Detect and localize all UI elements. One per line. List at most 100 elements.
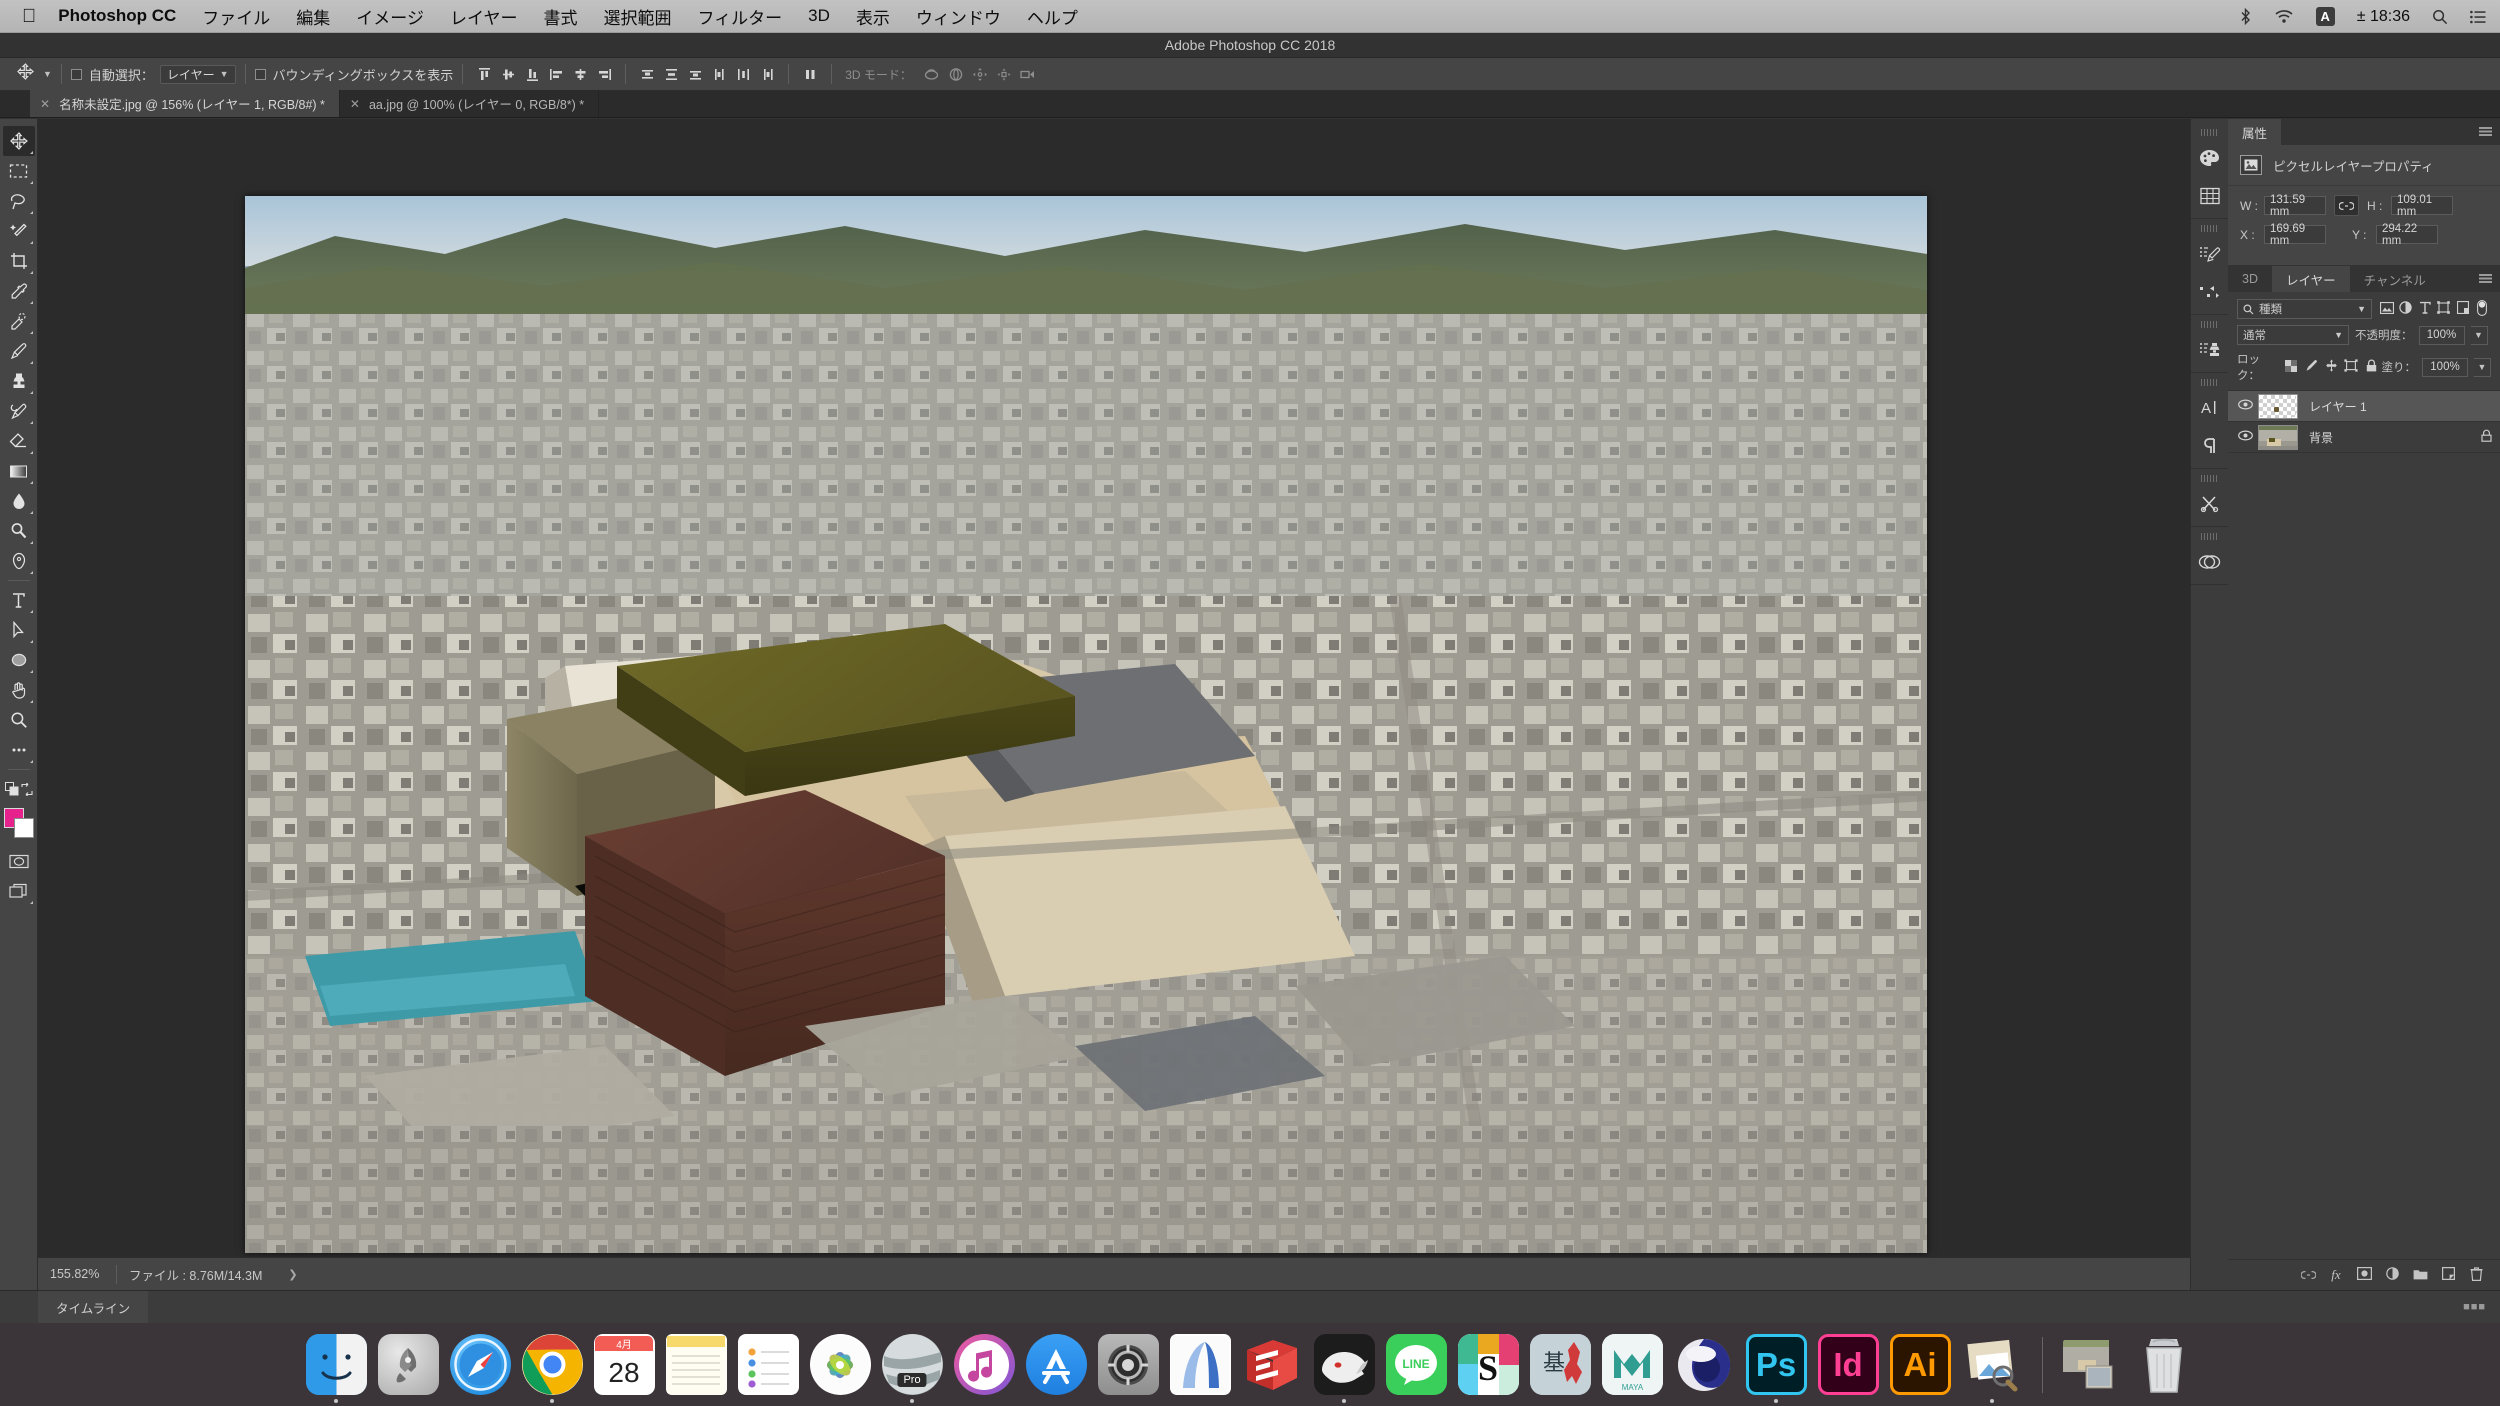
layer-name[interactable]: レイヤー 1	[2309, 398, 2367, 415]
align-left-edges-icon[interactable]	[544, 63, 568, 85]
align-horizontal-centers-icon[interactable]	[568, 63, 592, 85]
panel-grip-icon[interactable]: ■■■	[2463, 1301, 2486, 1313]
layer-row-1[interactable]: 背景	[2228, 422, 2500, 453]
y-field[interactable]: 294.22 mm	[2376, 223, 2438, 247]
panel-grip-icon[interactable]	[2200, 379, 2219, 386]
notification-center-icon[interactable]	[2470, 10, 2486, 24]
auto-select-dropdown[interactable]: レイヤー ▼	[159, 64, 236, 84]
layer-style-icon[interactable]: fx	[2322, 1267, 2350, 1283]
dock-item-google-earth-pro[interactable]: Pro	[881, 1334, 943, 1403]
swatches-panel-icon[interactable]	[2193, 177, 2227, 215]
dock-item-preview[interactable]	[1962, 1334, 2023, 1403]
default-colors-icon[interactable]	[2, 774, 36, 804]
layer-filter-dropdown[interactable]: 種類 ▼	[2237, 299, 2372, 319]
document-tab-0[interactable]: ✕ 名称未設定.jpg @ 156% (レイヤー 1, RGB/8#) *	[30, 90, 340, 117]
dock-item-trash[interactable]	[2134, 1334, 2195, 1403]
filter-adjustment-icon[interactable]	[2396, 301, 2415, 317]
roll-3d-icon[interactable]	[944, 63, 968, 85]
menu-item-filter[interactable]: フィルター	[697, 4, 782, 29]
fill-value[interactable]: 100%	[2422, 357, 2468, 377]
distribute-bottom-edges-icon[interactable]	[683, 63, 707, 85]
distribute-spacing-icon[interactable]	[798, 63, 822, 85]
align-bottom-edges-icon[interactable]	[520, 63, 544, 85]
menu-item-3d[interactable]: 3D	[808, 6, 830, 26]
document-frame[interactable]	[38, 119, 2190, 1257]
tab-3d[interactable]: 3D	[2228, 266, 2272, 292]
clock-label[interactable]: ± 18:36	[2357, 8, 2410, 26]
color-swatches[interactable]	[2, 808, 36, 840]
eyedropper-tool[interactable]	[3, 276, 35, 306]
x-field[interactable]: 169.69 mm	[2264, 223, 2326, 247]
dock-item-reminders[interactable]	[737, 1334, 799, 1403]
distribute-right-edges-icon[interactable]	[755, 63, 779, 85]
panel-menu-icon[interactable]	[2479, 126, 2492, 138]
distribute-left-edges-icon[interactable]	[707, 63, 731, 85]
clone-stamp-tool[interactable]	[3, 366, 35, 396]
menu-item-window[interactable]: ウィンドウ	[916, 4, 1001, 29]
menu-item-image[interactable]: イメージ	[356, 4, 424, 29]
clone-source-panel-icon[interactable]	[2193, 331, 2227, 369]
new-layer-icon[interactable]	[2434, 1267, 2462, 1283]
panel-grip-icon[interactable]	[2200, 533, 2219, 540]
dock-item-safari[interactable]	[449, 1334, 511, 1403]
panel-grip-icon[interactable]	[2200, 129, 2219, 136]
background-color-swatch[interactable]	[13, 818, 34, 838]
lock-image-pixels-icon[interactable]	[2301, 359, 2321, 375]
dock-item-finder[interactable]	[305, 1334, 367, 1403]
canvas-area[interactable]: 155.82% ファイル : 8.76M/14.3M ❯	[38, 119, 2190, 1290]
pen-tool[interactable]	[3, 546, 35, 576]
lock-position-icon[interactable]	[2321, 359, 2341, 375]
opacity-stepper[interactable]: ▼	[2470, 325, 2488, 345]
menu-item-help[interactable]: ヘルプ	[1027, 4, 1078, 29]
lock-transparent-pixels-icon[interactable]	[2281, 359, 2301, 375]
menu-item-select[interactable]: 選択範囲	[603, 4, 671, 29]
magic-wand-tool[interactable]	[3, 216, 35, 246]
show-bounding-box-checkbox[interactable]	[254, 68, 266, 80]
layer-thumbnail[interactable]	[2258, 393, 2298, 419]
menu-item-edit[interactable]: 編集	[296, 4, 330, 29]
dock-item-kiban-chizu[interactable]: 基	[1529, 1334, 1591, 1403]
dock-item-photos[interactable]	[809, 1334, 871, 1403]
layer-mask-icon[interactable]	[2350, 1267, 2378, 1283]
filter-shape-icon[interactable]	[2434, 301, 2453, 317]
tab-timeline[interactable]: タイムライン	[38, 1290, 149, 1324]
dock-item-cinema-4d[interactable]	[1674, 1334, 1735, 1403]
distribute-horizontal-centers-icon[interactable]	[731, 63, 755, 85]
dock-item-chrome[interactable]	[521, 1334, 583, 1403]
document-size-info[interactable]: ファイル : 8.76M/14.3M ❯	[116, 1264, 308, 1284]
dodge-tool[interactable]	[3, 516, 35, 546]
dock-item-calendar[interactable]: 4月 28	[593, 1334, 655, 1403]
blur-tool[interactable]	[3, 486, 35, 516]
color-panel-icon[interactable]	[2193, 139, 2227, 177]
tool-preset-chevron-icon[interactable]: ▼	[43, 69, 52, 79]
filter-type-icon[interactable]	[2415, 301, 2434, 317]
zoom-tool[interactable]	[3, 705, 35, 735]
brush-tool[interactable]	[3, 336, 35, 366]
scale-3d-icon[interactable]	[1016, 63, 1040, 85]
creative-cloud-libraries-panel-icon[interactable]	[2193, 543, 2227, 581]
dock-item-illustrator[interactable]: Ai	[1889, 1334, 1951, 1403]
dock-item-launchpad[interactable]	[377, 1334, 439, 1403]
tool-presets-panel-icon[interactable]	[2193, 485, 2227, 523]
panel-menu-icon[interactable]	[2479, 273, 2492, 285]
rectangular-marquee-tool[interactable]	[3, 156, 35, 186]
fill-stepper[interactable]: ▼	[2474, 357, 2491, 377]
height-field[interactable]: 109.01 mm	[2391, 194, 2453, 218]
gradient-tool[interactable]	[3, 456, 35, 486]
eye-icon[interactable]	[2232, 399, 2258, 413]
dock-item-itunes[interactable]	[953, 1334, 1015, 1403]
menu-app-name[interactable]: Photoshop CC	[58, 6, 176, 26]
history-brush-tool[interactable]	[3, 396, 35, 426]
paragraph-panel-icon[interactable]	[2193, 427, 2227, 465]
ellipse-shape-tool[interactable]	[3, 645, 35, 675]
brush-settings-panel-icon[interactable]	[2193, 235, 2227, 273]
dock-item-app-store[interactable]	[1025, 1334, 1087, 1403]
hand-tool[interactable]	[3, 675, 35, 705]
auto-select-checkbox[interactable]	[70, 68, 82, 80]
lock-artboard-nesting-icon[interactable]	[2341, 359, 2361, 375]
edit-toolbar-tool[interactable]	[3, 735, 35, 765]
tab-layers[interactable]: レイヤー	[2271, 266, 2350, 292]
link-layers-icon[interactable]	[2294, 1268, 2322, 1283]
character-panel-icon[interactable]: A	[2193, 389, 2227, 427]
filter-smart-object-icon[interactable]	[2453, 300, 2472, 317]
